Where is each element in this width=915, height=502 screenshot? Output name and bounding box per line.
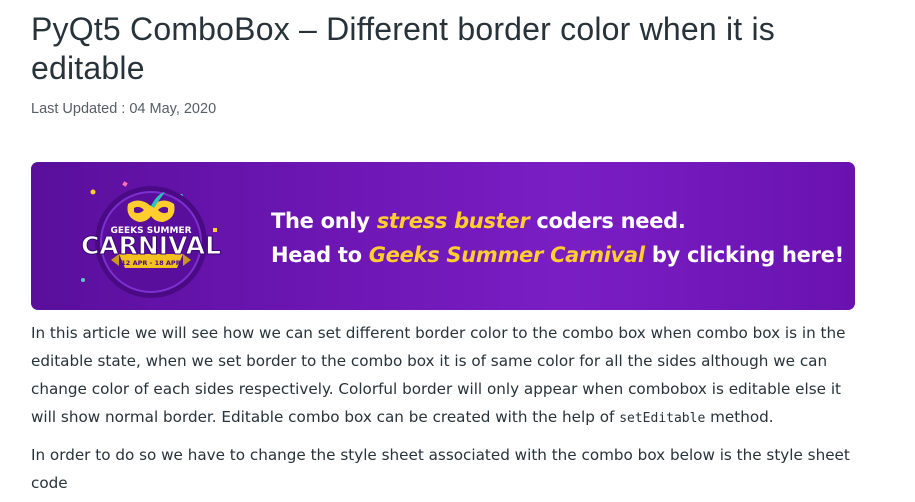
banner-highlight-1: stress buster: [376, 209, 530, 233]
banner-tagline: The only stress buster coders need. Head…: [271, 204, 844, 272]
banner-highlight-2: Geeks Summer Carnival: [368, 243, 645, 267]
banner-line-2: Head to Geeks Summer Carnival by clickin…: [271, 243, 844, 267]
page-title: PyQt5 ComboBox – Different border color …: [31, 11, 775, 86]
badge-main-text: CARNIVAL: [81, 231, 221, 260]
banner-line-1: The only stress buster coders need.: [271, 209, 686, 233]
inline-code: setEditable: [619, 411, 706, 426]
intro-paragraph: In this article we will see how we can s…: [31, 324, 846, 426]
style-sheet-paragraph: In order to do so we have to change the …: [31, 446, 850, 492]
promo-banner[interactable]: GEEKS SUMMER CARNIVAL 12 APR - 18 APR Th…: [31, 162, 855, 310]
carnival-badge-icon: GEEKS SUMMER CARNIVAL 12 APR - 18 APR: [80, 181, 222, 298]
badge-dates-text: 12 APR - 18 APR: [121, 259, 180, 267]
last-updated: Last Updated : 04 May, 2020: [31, 101, 217, 117]
